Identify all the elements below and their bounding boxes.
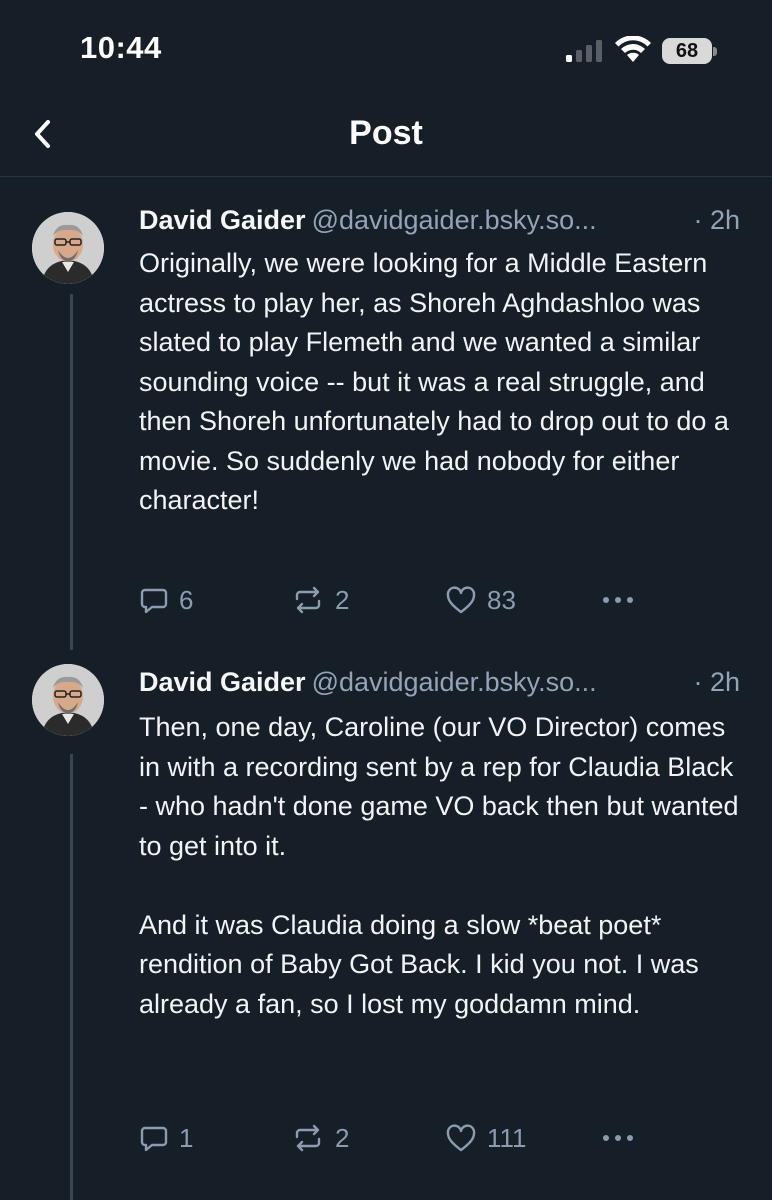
ellipsis-icon bbox=[603, 1135, 633, 1141]
nav-header: Post bbox=[0, 100, 772, 177]
repost-arrows-icon bbox=[295, 1124, 321, 1152]
post-actions: 1 2 111 bbox=[139, 1118, 659, 1158]
cellular-signal-icon bbox=[566, 40, 602, 62]
repost-arrows-icon bbox=[295, 586, 321, 614]
like-button[interactable]: 83 bbox=[445, 580, 516, 620]
repost-count: 2 bbox=[335, 1122, 350, 1153]
status-time: 10:44 bbox=[80, 30, 162, 65]
wifi-icon bbox=[615, 36, 651, 62]
author-name[interactable]: David Gaider bbox=[139, 205, 306, 235]
like-count: 83 bbox=[487, 584, 516, 615]
heart-outline-icon bbox=[446, 586, 476, 614]
battery-icon: 68 bbox=[662, 38, 717, 64]
page-title: Post bbox=[349, 114, 423, 152]
repost-button[interactable]: 2 bbox=[291, 580, 349, 620]
reply-button[interactable]: 1 bbox=[139, 1118, 193, 1158]
post-text: Then, one day, Caroline (our VO Director… bbox=[139, 712, 739, 1019]
more-options-button[interactable] bbox=[598, 580, 638, 620]
repost-button[interactable]: 2 bbox=[291, 1118, 349, 1158]
speech-bubble-icon bbox=[140, 588, 168, 614]
avatar[interactable] bbox=[32, 664, 104, 736]
post-timestamp: · 2h bbox=[693, 667, 740, 697]
post-item[interactable]: David Gaider @davidgaider.bsky.so... · 2h… bbox=[0, 660, 772, 1200]
author-name[interactable]: David Gaider bbox=[139, 667, 306, 697]
thread-line bbox=[70, 754, 73, 1200]
like-count: 111 bbox=[487, 1122, 527, 1153]
author-handle[interactable]: @davidgaider.bsky.so... bbox=[312, 205, 597, 235]
thread-line bbox=[70, 294, 73, 650]
repost-count: 2 bbox=[335, 584, 350, 615]
post-header: David Gaider @davidgaider.bsky.so... · 2h bbox=[139, 662, 740, 702]
battery-tip bbox=[713, 47, 717, 56]
avatar-image bbox=[32, 664, 104, 736]
post-actions: 6 2 83 bbox=[139, 580, 659, 620]
reply-count: 6 bbox=[179, 584, 194, 615]
reply-count: 1 bbox=[179, 1122, 194, 1153]
battery-level: 68 bbox=[662, 38, 712, 64]
avatar-image bbox=[32, 212, 104, 284]
heart-outline-icon bbox=[446, 1124, 476, 1152]
speech-bubble-icon bbox=[140, 1126, 168, 1152]
author-handle[interactable]: @davidgaider.bsky.so... bbox=[312, 667, 597, 697]
post-header: David Gaider @davidgaider.bsky.so... · 2h bbox=[139, 200, 740, 240]
post-timestamp: · 2h bbox=[693, 205, 740, 235]
post-item[interactable]: David Gaider @davidgaider.bsky.so... · 2h… bbox=[0, 200, 772, 660]
status-bar: 10:44 68 bbox=[0, 0, 772, 100]
avatar[interactable] bbox=[32, 212, 104, 284]
more-options-button[interactable] bbox=[598, 1118, 638, 1158]
ellipsis-icon bbox=[603, 597, 633, 603]
reply-button[interactable]: 6 bbox=[139, 580, 193, 620]
post-text: Originally, we were looking for a Middle… bbox=[139, 248, 729, 515]
like-button[interactable]: 111 bbox=[445, 1118, 527, 1158]
